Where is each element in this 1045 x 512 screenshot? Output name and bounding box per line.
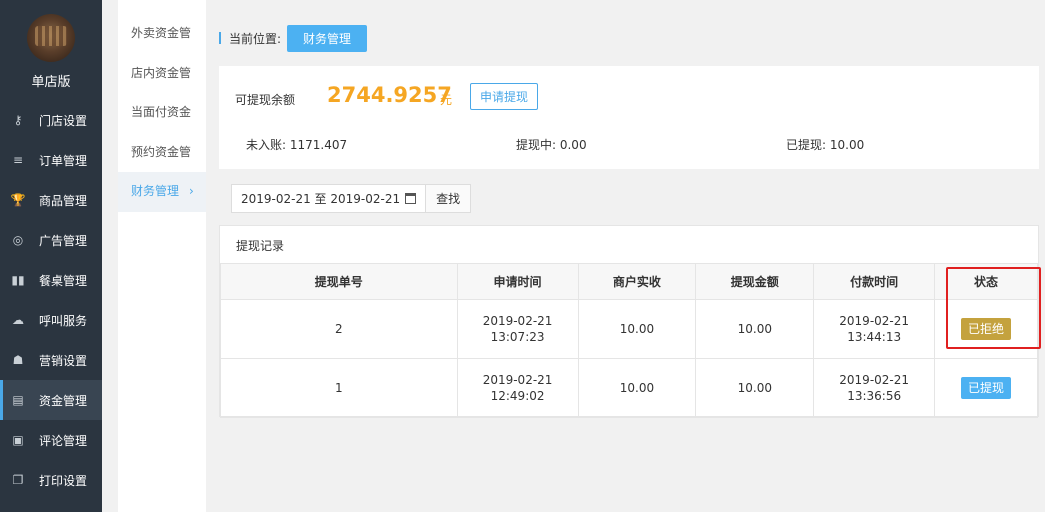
table-header-row: 提现单号 申请时间 商户实收 提现金额 付款时间 状态 (220, 263, 1038, 300)
records-title: 提现记录 (236, 239, 285, 253)
sidebar-item-store-settings[interactable]: ⚷ 门店设置 (0, 100, 102, 140)
cell-pay-time: 2019-02-21 13:36:56 (813, 358, 936, 418)
money-icon: ▣ (12, 433, 24, 447)
sidebar-item-label: 订单管理 (39, 153, 88, 168)
cloud-icon: ☁ (12, 313, 24, 327)
shop-name: 单店版 (31, 75, 71, 90)
unsettled-amount: 未入账: 1171.407 (246, 138, 348, 152)
breadcrumb: 当前位置: 财务管理 (219, 24, 368, 52)
sidebar-item-funds[interactable]: ▤ 资金管理 (0, 380, 102, 420)
sidebar-item-label: 评论管理 (39, 433, 88, 448)
cell-apply-time: 2019-02-21 13:07:23 (456, 299, 579, 359)
sidebar-item-orders[interactable]: ≡ 订单管理 (0, 140, 102, 180)
table-row: 2 2019-02-21 13:07:23 10.00 10.00 2019-02… (220, 299, 1038, 359)
withdraw-records-table: 提现单号 申请时间 商户实收 提现金额 付款时间 状态 2 2019-02-21… (220, 263, 1038, 418)
sidebar-item-label: 商品管理 (39, 193, 88, 208)
apply-clock: 13:07:23 (490, 330, 545, 344)
column-header-amount: 提现金额 (695, 263, 815, 300)
apply-date: 2019-02-21 (482, 314, 553, 328)
breadcrumb-current-button[interactable]: 财务管理 (287, 24, 368, 52)
submenu-item-finance[interactable]: 财务管理 › (118, 172, 206, 212)
withdrawn-amount: 已提现: 10.00 (786, 138, 865, 152)
date-filter: 2019-02-21 至 2019-02-21 查找 (231, 184, 472, 213)
calendar-icon (405, 193, 417, 204)
main-content: 当前位置: 财务管理 可提现余额 2744.9257 元 申请提现 未入账: 1… (206, 0, 1045, 512)
date-range-input[interactable]: 2019-02-21 至 2019-02-21 (232, 185, 425, 212)
apply-clock: 12:49:02 (490, 389, 545, 403)
copy-icon: ❐ (12, 473, 24, 487)
shop-avatar[interactable] (27, 14, 75, 62)
sidebar-item-label: 呼叫服务 (39, 313, 88, 328)
sidebar-item-tables[interactable]: ▮▮ 餐桌管理 (0, 260, 102, 300)
search-button[interactable]: 查找 (425, 185, 471, 212)
book-icon: ▤ (12, 393, 24, 407)
sidebar-item-label: 打印设置 (39, 473, 88, 488)
date-range-text: 2019-02-21 至 2019-02-21 (241, 192, 401, 206)
status-badge: 已提现 (961, 377, 1012, 399)
submenu-item-label: 财务管理 (131, 184, 180, 198)
cell-pay-time: 2019-02-21 13:44:13 (813, 299, 936, 359)
table-row: 1 2019-02-21 12:49:02 10.00 10.00 2019-02… (220, 358, 1038, 418)
breadcrumb-label: 当前位置: (229, 31, 282, 46)
balance-amount: 2744.9257 (327, 83, 452, 107)
submenu-item-facepay-funds[interactable]: 当面付资金 (118, 93, 206, 133)
apply-withdraw-button[interactable]: 申请提现 (470, 83, 539, 110)
sidebar-item-label: 餐桌管理 (39, 273, 88, 288)
sidebar-item-printing[interactable]: ❐ 打印设置 (0, 460, 102, 500)
sidebar-item-call-service[interactable]: ☁ 呼叫服务 (0, 300, 102, 340)
submenu-item-dinein-funds[interactable]: 店内资金管 (118, 54, 206, 94)
breadcrumb-marker (219, 32, 221, 44)
column-header-apply-time: 申请时间 (456, 263, 579, 300)
lifebuoy-icon: ◎ (12, 233, 24, 247)
pay-date: 2019-02-21 (839, 314, 910, 328)
binoculars-icon: ▮▮ (11, 273, 25, 287)
apply-date: 2019-02-21 (482, 373, 553, 387)
sidebar-item-ads[interactable]: ◎ 广告管理 (0, 220, 102, 260)
sidebar-item-label: 营销设置 (39, 353, 88, 368)
main-sidebar: 单店版 ⚷ 门店设置 ≡ 订单管理 🏆 商品管理 ◎ 广告管理 ▮▮ 餐桌管理 … (0, 0, 102, 512)
sidebar-item-label: 广告管理 (39, 233, 88, 248)
cell-received: 10.00 (577, 358, 697, 418)
column-header-id: 提现单号 (220, 263, 458, 300)
balance-panel: 可提现余额 2744.9257 元 申请提现 未入账: 1171.407 提现中… (219, 66, 1039, 169)
pay-clock: 13:44:13 (847, 330, 902, 344)
cell-apply-time: 2019-02-21 12:49:02 (456, 358, 579, 418)
sidebar-item-products[interactable]: 🏆 商品管理 (0, 180, 102, 220)
sidebar-item-label: 门店设置 (39, 113, 88, 128)
main-nav: ⚷ 门店设置 ≡ 订单管理 🏆 商品管理 ◎ 广告管理 ▮▮ 餐桌管理 ☁ 呼叫… (0, 100, 102, 500)
cell-amount: 10.00 (695, 358, 815, 418)
gift-icon: ☗ (12, 353, 24, 367)
cell-amount: 10.00 (695, 299, 815, 359)
cell-id: 1 (220, 358, 458, 418)
sidebar-item-marketing[interactable]: ☗ 营销设置 (0, 340, 102, 380)
sidebar-item-reviews[interactable]: ▣ 评论管理 (0, 420, 102, 460)
list-icon: ≡ (12, 153, 24, 167)
pay-date: 2019-02-21 (839, 373, 910, 387)
chevron-right-icon: › (189, 184, 194, 198)
submenu-item-reservation-funds[interactable]: 预约资金管 (118, 133, 206, 173)
pay-clock: 13:36:56 (847, 389, 902, 403)
sidebar-item-label: 资金管理 (39, 393, 88, 408)
cell-id: 2 (220, 299, 458, 359)
withdraw-records-panel: 提现记录 提现单号 申请时间 商户实收 提现金额 付款时间 状态 2 2019-… (219, 225, 1039, 418)
status-highlight-box (946, 267, 1041, 349)
trophy-icon: 🏆 (10, 193, 26, 207)
balance-label: 可提现余额 (235, 93, 296, 107)
submenu-item-takeout-funds[interactable]: 外卖资金管 (118, 14, 206, 54)
withdrawing-amount: 提现中: 0.00 (516, 138, 587, 152)
key-icon: ⚷ (13, 113, 23, 127)
column-header-pay-time: 付款时间 (813, 263, 936, 300)
cell-received: 10.00 (577, 299, 697, 359)
cell-status: 已提现 (934, 358, 1038, 418)
balance-unit: 元 (440, 93, 453, 107)
column-header-received: 商户实收 (577, 263, 697, 300)
funds-submenu: 外卖资金管 店内资金管 当面付资金 预约资金管 财务管理 › (118, 0, 206, 512)
